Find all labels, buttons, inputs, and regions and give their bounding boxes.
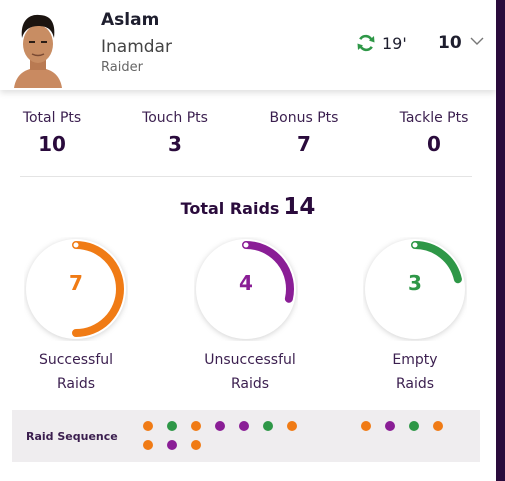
label-line: Empty [392, 352, 438, 368]
time-on-court: 19' [356, 33, 407, 53]
time-value: 19' [382, 33, 407, 53]
label-line: Raids [230, 376, 270, 392]
stat-label: Bonus Pts [269, 110, 339, 126]
empty-raids-gauge: 3 [363, 237, 467, 341]
stat-label: Tackle Pts [399, 110, 469, 126]
stat-value: 0 [427, 132, 441, 156]
raid-dot-purple [167, 440, 177, 450]
unsuccessful-raids-value: 4 [239, 271, 253, 295]
raid-dot-green [167, 421, 177, 431]
raid-dot-orange [143, 421, 153, 431]
raid-sequence-label: Raid Sequence [26, 430, 118, 443]
right-edge [496, 0, 505, 481]
stat-bonus-pts: Bonus Pts 7 [249, 110, 359, 156]
stat-value: 10 [38, 132, 66, 156]
raid-dot-purple [385, 421, 395, 431]
raid-dot-orange [191, 421, 201, 431]
player-first-name: Aslam [101, 10, 160, 30]
raid-dot-green [409, 421, 419, 431]
player-last-name: Inamdar [101, 37, 172, 57]
label-line: Raids [395, 376, 435, 392]
unsuccessful-raids-gauge: 4 [194, 237, 298, 341]
successful-raids-label: Successful Raids [1, 348, 151, 396]
stat-value: 3 [168, 132, 182, 156]
successful-raids-value: 7 [69, 271, 83, 295]
label-line: Successful [38, 352, 114, 368]
unsuccessful-raids-label: Unsuccessful Raids [175, 348, 325, 396]
player-card: Aslam Inamdar Raider 19' 10 Total Pts 10… [0, 0, 496, 481]
divider [20, 176, 472, 177]
player-role: Raider [101, 60, 143, 75]
raid-dot-green [263, 421, 273, 431]
total-raids: Total Raids 14 [0, 194, 496, 220]
empty-raids-label: Empty Raids [340, 348, 490, 396]
raid-dot-purple [215, 421, 225, 431]
stat-total-pts: Total Pts 10 [0, 110, 107, 156]
player-points-value[interactable]: 10 [438, 33, 462, 53]
raid-dot-orange [143, 440, 153, 450]
raid-dot-orange [287, 421, 297, 431]
raid-dot-orange [361, 421, 371, 431]
chevron-down-icon[interactable] [470, 36, 484, 46]
player-header: Aslam Inamdar Raider 19' 10 [0, 0, 496, 90]
total-raids-value: 14 [283, 194, 316, 220]
label-line: Raids [56, 376, 96, 392]
total-raids-label: Total Raids [180, 199, 280, 218]
stat-tackle-pts: Tackle Pts 0 [379, 110, 489, 156]
raid-dot-purple [239, 421, 249, 431]
arc-start-dot [73, 242, 79, 248]
points-stats: Total Pts 10 Touch Pts 3 Bonus Pts 7 Tac… [0, 110, 496, 166]
stat-touch-pts: Touch Pts 3 [120, 110, 230, 156]
arc-start-dot [412, 242, 418, 248]
raid-dot-orange [433, 421, 443, 431]
player-avatar [10, 8, 66, 88]
stat-label: Touch Pts [142, 110, 208, 126]
raid-dot-orange [191, 440, 201, 450]
refresh-icon [357, 34, 375, 52]
label-line: Unsuccessful [204, 352, 296, 368]
stat-label: Total Pts [22, 110, 82, 126]
arc-start-dot [243, 242, 249, 248]
successful-raids-gauge: 7 [24, 237, 128, 341]
stat-value: 7 [297, 132, 311, 156]
empty-raids-value: 3 [408, 271, 422, 295]
raid-sequence: Raid Sequence [12, 410, 480, 462]
